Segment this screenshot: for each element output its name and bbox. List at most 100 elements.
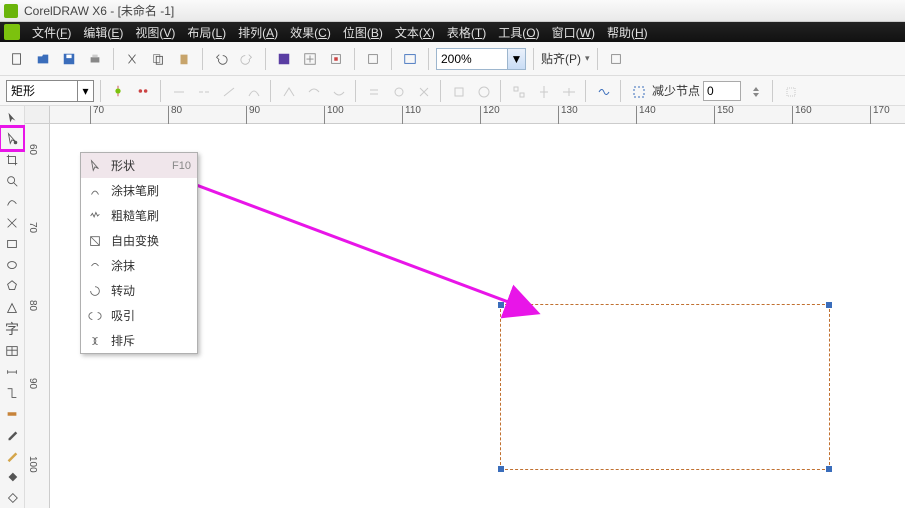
reflect-h-button[interactable] bbox=[532, 80, 554, 102]
export-button[interactable] bbox=[299, 48, 321, 70]
flyout-item-repel[interactable]: 排斥 bbox=[81, 328, 197, 353]
copy-button[interactable] bbox=[147, 48, 169, 70]
redo-button[interactable] bbox=[236, 48, 258, 70]
reflect-v-button[interactable] bbox=[557, 80, 579, 102]
selected-rectangle[interactable] bbox=[500, 304, 830, 470]
basic-shapes-tool[interactable] bbox=[2, 298, 22, 317]
zoom-input[interactable] bbox=[437, 49, 507, 69]
menu-help[interactable]: 帮助(H) bbox=[607, 24, 648, 41]
reverse-button[interactable] bbox=[362, 80, 384, 102]
save-button[interactable] bbox=[58, 48, 80, 70]
add-node-button[interactable] bbox=[107, 80, 129, 102]
to-curve-button[interactable] bbox=[242, 80, 264, 102]
menu-tools[interactable]: 工具(O) bbox=[498, 24, 539, 41]
table-tool[interactable] bbox=[2, 341, 22, 360]
to-line-button[interactable] bbox=[217, 80, 239, 102]
publish-button[interactable] bbox=[325, 48, 347, 70]
ruler-tick: 80 bbox=[168, 106, 182, 124]
separator bbox=[113, 48, 114, 70]
polygon-tool[interactable] bbox=[2, 277, 22, 296]
interactive-fill-tool[interactable] bbox=[2, 489, 22, 508]
chevron-down-icon[interactable]: ▾ bbox=[585, 53, 590, 64]
zoom-combo[interactable]: ▼ bbox=[436, 48, 526, 70]
menu-window[interactable]: 窗口(W) bbox=[552, 24, 595, 41]
flyout-item-smudge[interactable]: 涂抹笔刷 bbox=[81, 178, 197, 203]
canvas[interactable]: 形状F10涂抹笔刷粗糙笔刷自由变换涂抹转动吸引排斥 bbox=[50, 124, 905, 508]
pick-tool[interactable] bbox=[2, 108, 22, 127]
menu-table[interactable]: 表格(T) bbox=[447, 24, 486, 41]
menu-edit[interactable]: 编辑(E) bbox=[83, 24, 123, 41]
menu-file[interactable]: 文件(F) bbox=[32, 24, 71, 41]
shape-tool[interactable] bbox=[2, 129, 22, 148]
chevron-down-icon[interactable]: ▾ bbox=[77, 81, 93, 101]
menu-view[interactable]: 视图(V) bbox=[135, 24, 175, 41]
ruler-origin[interactable] bbox=[25, 106, 50, 124]
extend-button[interactable] bbox=[387, 80, 409, 102]
crop-tool[interactable] bbox=[2, 150, 22, 169]
delete-node-button[interactable] bbox=[132, 80, 154, 102]
flyout-item-rough[interactable]: 粗糙笔刷 bbox=[81, 203, 197, 228]
flyout-item-twirl[interactable]: 转动 bbox=[81, 278, 197, 303]
vertical-ruler[interactable]: 60708090100 bbox=[25, 124, 50, 508]
fill-tool[interactable] bbox=[2, 468, 22, 487]
freehand-tool[interactable] bbox=[2, 192, 22, 211]
node-tr[interactable] bbox=[826, 302, 832, 308]
connector-tool[interactable] bbox=[2, 383, 22, 402]
bounding-button[interactable] bbox=[779, 80, 801, 102]
interactive-tool[interactable] bbox=[2, 404, 22, 423]
app-menu-icon[interactable] bbox=[4, 24, 20, 40]
flyout-item-shape[interactable]: 形状F10 bbox=[81, 153, 197, 178]
join-button[interactable] bbox=[167, 80, 189, 102]
smooth-button[interactable] bbox=[302, 80, 324, 102]
menu-text[interactable]: 文本(X) bbox=[395, 24, 435, 41]
node-br[interactable] bbox=[826, 466, 832, 472]
import-button[interactable] bbox=[273, 48, 295, 70]
text-tool[interactable]: 字 bbox=[2, 319, 22, 339]
rectangle-tool[interactable] bbox=[2, 235, 22, 254]
options-button[interactable] bbox=[605, 48, 627, 70]
node-tl[interactable] bbox=[498, 302, 504, 308]
drawing-area[interactable]: 708090100110120130140150160170 607080901… bbox=[25, 106, 905, 508]
print-button[interactable] bbox=[84, 48, 106, 70]
ellipse-tool[interactable] bbox=[2, 256, 22, 275]
smart-tool[interactable] bbox=[2, 214, 22, 233]
outline-tool[interactable] bbox=[2, 447, 22, 466]
snap-label[interactable]: 贴齐(P) bbox=[541, 50, 581, 67]
menu-bitmap[interactable]: 位图(B) bbox=[343, 24, 383, 41]
cut-button[interactable] bbox=[121, 48, 143, 70]
app-launcher-button[interactable] bbox=[362, 48, 384, 70]
welcome-button[interactable] bbox=[399, 48, 421, 70]
flyout-item-attract[interactable]: 吸引 bbox=[81, 303, 197, 328]
cusp-button[interactable] bbox=[277, 80, 299, 102]
zoom-tool[interactable] bbox=[2, 171, 22, 190]
stretch-button[interactable] bbox=[447, 80, 469, 102]
undo-button[interactable] bbox=[210, 48, 232, 70]
eyedropper-tool[interactable] bbox=[2, 426, 22, 445]
align-button[interactable] bbox=[507, 80, 529, 102]
node-bl[interactable] bbox=[498, 466, 504, 472]
dimension-tool[interactable] bbox=[2, 362, 22, 381]
menu-effect[interactable]: 效果(C) bbox=[290, 24, 331, 41]
ruler-tick: 140 bbox=[636, 106, 656, 124]
open-button[interactable] bbox=[32, 48, 54, 70]
symm-button[interactable] bbox=[327, 80, 349, 102]
horizontal-ruler[interactable]: 708090100110120130140150160170 bbox=[50, 106, 905, 124]
flyout-label: 吸引 bbox=[111, 307, 191, 324]
zoom-dropdown-icon[interactable]: ▼ bbox=[507, 49, 525, 69]
title-bar: CorelDRAW X6 - [未命名 -1] bbox=[0, 0, 905, 22]
workspace: 字 708090100110120130140150160170 6070809… bbox=[0, 106, 905, 508]
rotate-button[interactable] bbox=[472, 80, 494, 102]
new-button[interactable] bbox=[6, 48, 28, 70]
flyout-item-smear[interactable]: 涂抹 bbox=[81, 253, 197, 278]
paste-button[interactable] bbox=[173, 48, 195, 70]
select-all-button[interactable] bbox=[627, 80, 649, 102]
flyout-item-freetransform[interactable]: 自由变换 bbox=[81, 228, 197, 253]
menu-arrange[interactable]: 排列(A) bbox=[238, 24, 278, 41]
extract-button[interactable] bbox=[412, 80, 434, 102]
menu-layout[interactable]: 布局(L) bbox=[187, 24, 226, 41]
shape-type-combo[interactable]: 矩形 ▾ bbox=[6, 80, 94, 102]
reduce-nodes-input[interactable]: 0 bbox=[703, 81, 741, 101]
spinner-button[interactable] bbox=[744, 80, 766, 102]
break-button[interactable] bbox=[192, 80, 214, 102]
elastic-button[interactable] bbox=[592, 80, 614, 102]
